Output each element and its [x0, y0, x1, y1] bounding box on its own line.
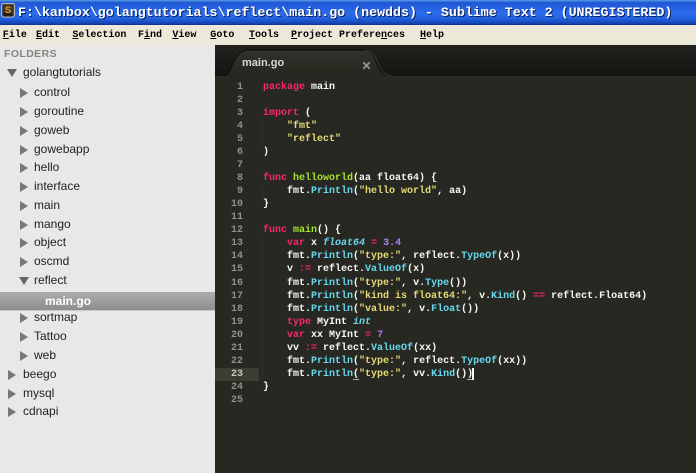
svg-text:S: S — [5, 5, 11, 16]
